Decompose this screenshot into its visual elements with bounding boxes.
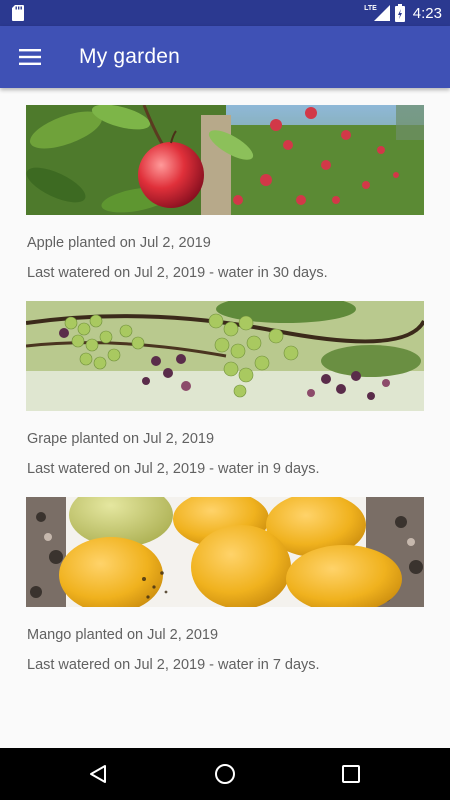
watering-status-text: Last watered on Jul 2, 2019 - water in 9… (27, 461, 320, 477)
plant-list[interactable]: Apple planted on Jul 2, 2019 Last watere… (0, 88, 450, 748)
watering-status-text: Last watered on Jul 2, 2019 - water in 7… (27, 657, 320, 673)
home-button[interactable] (201, 756, 249, 792)
watering-status-text: Last watered on Jul 2, 2019 - water in 3… (27, 265, 328, 281)
app-bar: My garden (0, 26, 450, 88)
sd-card-icon (12, 5, 24, 21)
battery-icon (394, 4, 405, 22)
back-button[interactable] (74, 756, 122, 792)
planted-date-text: Apple planted on Jul 2, 2019 (27, 235, 211, 251)
plant-card-apple[interactable]: Apple planted on Jul 2, 2019 Last watere… (26, 105, 424, 281)
menu-button[interactable] (8, 35, 52, 79)
mangoes-on-plate-photo (26, 497, 424, 607)
planted-date-text: Mango planted on Jul 2, 2019 (27, 627, 219, 643)
apple-tree-photo (26, 105, 424, 215)
plant-card-grape[interactable]: Grape planted on Jul 2, 2019 Last watere… (26, 301, 424, 477)
recents-icon (342, 765, 360, 783)
planted-date-text: Grape planted on Jul 2, 2019 (27, 431, 215, 447)
home-icon (215, 764, 235, 784)
status-time: 4:23 (412, 4, 442, 22)
system-navigation-bar (0, 748, 450, 800)
grape-vine-photo (26, 301, 424, 411)
hamburger-menu-icon (19, 49, 41, 65)
plant-card-mango[interactable]: Mango planted on Jul 2, 2019 Last watere… (26, 497, 424, 673)
back-icon (90, 765, 106, 783)
recents-button[interactable] (327, 756, 375, 792)
status-bar: LTE 4:23 (0, 0, 450, 26)
page-title: My garden (79, 45, 181, 68)
network-type-label: LTE (364, 4, 377, 12)
